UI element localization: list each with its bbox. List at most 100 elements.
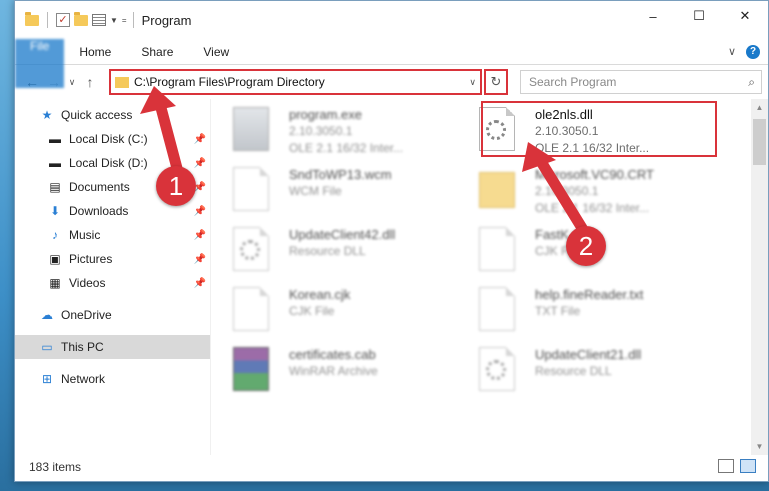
file-grid: program.exe 2.10.3050.1 OLE 2.1 16/32 In… (233, 107, 768, 396)
sidebar-item-label: This PC (61, 340, 104, 354)
tiles-view-icon[interactable] (740, 459, 756, 473)
file-name: UpdateClient21.dll (535, 347, 642, 362)
file-type: Resource DLL (289, 244, 366, 258)
file-item[interactable]: UpdateClient42.dll Resource DLL (233, 227, 479, 276)
file-item[interactable]: certificates.cab WinRAR Archive (233, 347, 479, 396)
customize-toolbar-icon[interactable]: = (122, 16, 127, 25)
sidebar-item-label: Documents (69, 180, 130, 194)
download-arrow-icon: ⬇ (49, 204, 61, 218)
quick-access-toolbar: ✓ ▼ = (15, 11, 127, 28)
sidebar-item-local-disk-c[interactable]: ▬ Local Disk (C:) 📌 (15, 127, 210, 151)
pin-icon[interactable]: 📌 (194, 254, 206, 265)
sidebar-item-quick-access[interactable]: ★ Quick access (15, 103, 210, 127)
divider (132, 12, 134, 28)
sidebar-item-this-pc[interactable]: ▭ This PC (15, 335, 210, 359)
sidebar-item-label: Quick access (61, 108, 133, 122)
help-icon[interactable]: ? (746, 44, 760, 59)
file-item[interactable]: Korean.cjk CJK File (233, 287, 479, 336)
gear-icon (486, 360, 506, 380)
close-button[interactable]: ✕ (722, 1, 768, 31)
recent-locations-chevron-icon[interactable]: ∨ (65, 77, 79, 88)
properties-check-icon[interactable]: ✓ (56, 13, 70, 27)
file-type: CJK File (289, 304, 335, 318)
scroll-thumb[interactable] (753, 119, 766, 165)
file-name: ole2nls.dll (535, 107, 593, 122)
file-version: 2.10.3050.1 (289, 124, 353, 138)
minimize-button[interactable]: – (630, 1, 676, 31)
status-bar: 183 items (15, 455, 768, 479)
file-name: Korean.cjk (289, 287, 351, 302)
sidebar-item-label: Pictures (69, 252, 113, 266)
pin-icon[interactable]: 📌 (194, 206, 206, 217)
divider (47, 12, 48, 28)
sidebar-item-music[interactable]: ♪ Music 📌 (15, 223, 210, 247)
pin-icon[interactable]: 📌 (194, 278, 206, 289)
ribbon-right-controls: ∨ ? (728, 39, 768, 64)
address-bar[interactable]: C:\Program Files\Program Directory ∨ (109, 69, 482, 95)
title-bar: ✓ ▼ = Program – ☐ ✕ (15, 1, 768, 39)
film-icon: ▦ (49, 276, 61, 290)
pictures-icon: ▣ (49, 252, 61, 266)
pin-icon[interactable]: 📌 (194, 134, 206, 145)
window-title: Program (141, 12, 192, 28)
file-description: OLE 2.1 16/32 Inter... (535, 141, 650, 155)
sidebar-item-label: Downloads (69, 204, 129, 218)
file-type: TXT File (535, 304, 581, 318)
view-switcher (718, 459, 756, 473)
sidebar-item-network[interactable]: ⊞ Network (15, 367, 210, 391)
pin-icon[interactable]: 📌 (194, 158, 206, 169)
details-view-icon[interactable] (718, 459, 734, 473)
refresh-button[interactable]: ↻ (484, 69, 508, 95)
step-marker-2: 2 (566, 226, 606, 266)
expand-ribbon-icon[interactable]: ∨ (728, 45, 736, 58)
tab-share[interactable]: Share (126, 39, 188, 64)
tab-file[interactable]: File (15, 39, 65, 88)
star-icon: ★ (41, 108, 53, 122)
up-arrow-icon[interactable]: ↑ (79, 74, 101, 90)
scroll-down-arrow-icon[interactable]: ▼ (751, 438, 768, 455)
file-item[interactable]: help.fineReader.txt TXT File (479, 287, 725, 336)
search-input[interactable]: Search Program ⌕ (520, 70, 762, 94)
tab-home[interactable]: Home (64, 39, 126, 64)
properties-list-icon[interactable] (92, 14, 106, 26)
file-name: program.exe (289, 107, 362, 122)
maximize-button[interactable]: ☐ (676, 1, 722, 31)
exe-file-icon (233, 107, 269, 151)
tab-view[interactable]: View (188, 39, 244, 64)
main-body: ★ Quick access ▬ Local Disk (C:) 📌 ▬ Loc… (15, 99, 768, 455)
gear-icon (240, 240, 260, 260)
sidebar-item-videos[interactable]: ▦ Videos 📌 (15, 271, 210, 295)
vertical-scrollbar[interactable]: ▲ ▼ (751, 99, 768, 455)
file-item[interactable]: UpdateClient21.dll Resource DLL (479, 347, 725, 396)
file-name: Microsoft.VC90.CRT (535, 167, 654, 182)
pin-icon[interactable]: 📌 (194, 230, 206, 241)
document-file-icon (233, 167, 269, 211)
dll-file-icon (479, 347, 515, 391)
search-placeholder: Search Program (529, 75, 617, 89)
file-item[interactable]: SndToWP13.wcm WCM File (233, 167, 479, 216)
sidebar-item-label: Local Disk (C:) (69, 132, 148, 146)
address-dropdown-icon[interactable]: ∨ (469, 77, 476, 88)
music-note-icon: ♪ (52, 228, 58, 242)
drive-icon: ▬ (49, 156, 61, 170)
file-name: UpdateClient42.dll (289, 227, 396, 242)
refresh-icon: ↻ (490, 74, 502, 89)
scroll-up-arrow-icon[interactable]: ▲ (751, 99, 768, 116)
sidebar-item-label: Videos (69, 276, 106, 290)
file-item-ole2nls[interactable]: ole2nls.dll 2.10.3050.1 OLE 2.1 16/32 In… (479, 107, 725, 156)
folder-icon (115, 76, 129, 88)
folder-icon (479, 172, 515, 208)
file-name: help.fineReader.txt (535, 287, 644, 302)
chevron-down-icon[interactable]: ▼ (110, 16, 118, 25)
file-item[interactable]: Microsoft.VC90.CRT 2.10.3050.1 OLE 2.1 1… (479, 167, 725, 216)
navigation-pane: ★ Quick access ▬ Local Disk (C:) 📌 ▬ Loc… (15, 99, 211, 455)
file-item[interactable]: program.exe 2.10.3050.1 OLE 2.1 16/32 In… (233, 107, 479, 156)
ribbon-tabs: File Home Share View ∨ ? (15, 39, 768, 88)
sidebar-item-pictures[interactable]: ▣ Pictures 📌 (15, 247, 210, 271)
dll-file-icon (233, 227, 269, 271)
file-type: WinRAR Archive (289, 364, 378, 378)
new-folder-icon[interactable] (74, 11, 88, 26)
file-name: certificates.cab (289, 347, 376, 362)
file-version: 2.10.3050.1 (535, 124, 599, 138)
sidebar-item-onedrive[interactable]: ☁ OneDrive (15, 303, 210, 327)
